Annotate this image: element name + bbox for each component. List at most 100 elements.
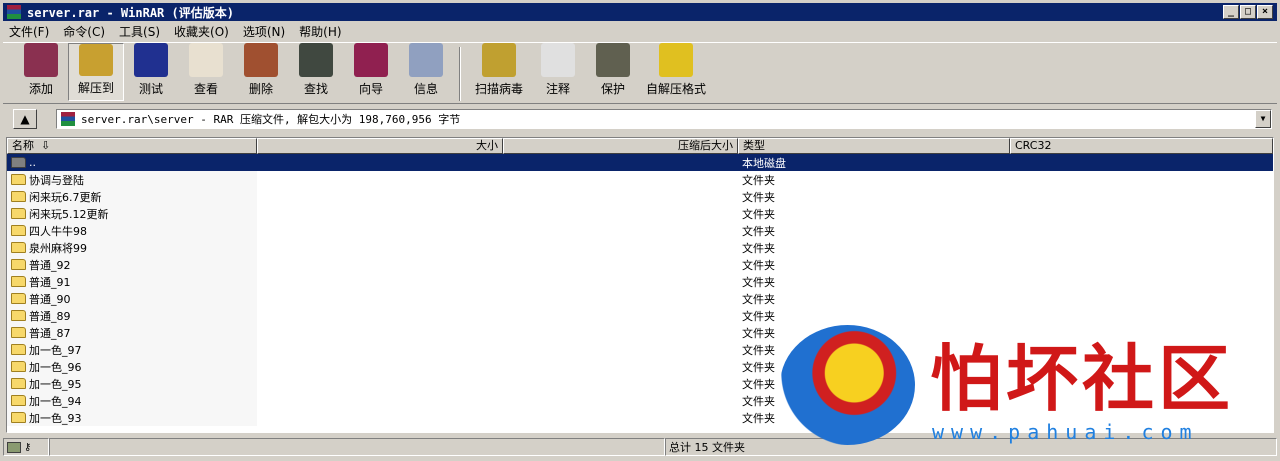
file-name-cell: 协调与登陆	[7, 171, 257, 188]
menu-item[interactable]: 工具(S)	[119, 23, 160, 40]
menu-bar: 文件(F) 命令(C) 工具(S) 收藏夹(O) 选项(N) 帮助(H)	[3, 22, 342, 40]
column-crc32[interactable]: CRC32	[1010, 138, 1273, 154]
file-type: 文件夹	[742, 309, 775, 323]
file-row[interactable]: .. 本地磁盘	[7, 154, 1273, 171]
info-icon	[409, 43, 443, 77]
file-name-cell: 闲来玩5.12更新	[7, 205, 257, 222]
file-row[interactable]: 加一色_97 文件夹	[7, 341, 1273, 358]
close-button[interactable]: ×	[1257, 5, 1273, 19]
file-name: 加一色_94	[29, 394, 82, 408]
folder-icon	[11, 412, 26, 423]
file-name-cell: 普通_91	[7, 273, 257, 290]
file-type: 文件夹	[742, 394, 775, 408]
file-row[interactable]: 普通_87 文件夹	[7, 324, 1273, 341]
toolbar-button[interactable]: 查看	[178, 43, 234, 101]
column-name-label: 名称	[12, 139, 34, 152]
file-row[interactable]: 协调与登陆 文件夹	[7, 171, 1273, 188]
file-name: 泉州麻将99	[29, 241, 87, 255]
file-name-cell: 普通_87	[7, 324, 257, 341]
file-row[interactable]: 普通_90 文件夹	[7, 290, 1273, 307]
file-row[interactable]: 泉州麻将99 文件夹	[7, 239, 1273, 256]
toolbar-button-label: 注释	[545, 82, 570, 96]
toolbar-button-label: 添加	[28, 82, 53, 96]
menu-item[interactable]: 收藏夹(O)	[174, 23, 229, 40]
file-type: 文件夹	[742, 224, 775, 238]
file-row[interactable]: 普通_91 文件夹	[7, 273, 1273, 290]
file-name: 普通_90	[29, 292, 71, 306]
file-row[interactable]: 加一色_94 文件夹	[7, 392, 1273, 409]
wizard-icon	[354, 43, 388, 77]
file-name: 加一色_96	[29, 360, 82, 374]
toolbar-button[interactable]: 删除	[233, 43, 289, 101]
toolbar-button[interactable]: 保护	[585, 43, 641, 101]
toolbar-button[interactable]: 添加	[13, 43, 69, 101]
toolbar-button[interactable]: 向导	[343, 43, 399, 101]
file-row[interactable]: 普通_89 文件夹	[7, 307, 1273, 324]
menu-item[interactable]: 文件(F)	[9, 23, 49, 40]
menu-item[interactable]: 选项(N)	[243, 23, 285, 40]
file-type: 文件夹	[742, 292, 775, 306]
toolbar-button-label: 查看	[193, 82, 218, 96]
folder-icon	[11, 157, 26, 168]
toolbar-button[interactable]: 测试	[123, 43, 179, 101]
file-name-cell: 加一色_96	[7, 358, 257, 375]
key-icon: ⚷	[24, 441, 32, 453]
file-name: 闲来玩6.7更新	[29, 190, 102, 204]
file-row[interactable]: 闲来玩6.7更新 文件夹	[7, 188, 1273, 205]
folder-icon	[11, 327, 26, 338]
column-packed[interactable]: 压缩后大小	[503, 138, 738, 154]
file-row[interactable]: 四人牛牛98 文件夹	[7, 222, 1273, 239]
sort-down-icon: ⇩	[41, 139, 51, 152]
file-type: 文件夹	[742, 343, 775, 357]
file-name: 普通_87	[29, 326, 71, 340]
winrar-app-icon	[7, 5, 21, 19]
column-type[interactable]: 类型	[738, 138, 1010, 154]
file-name: 加一色_95	[29, 377, 82, 391]
file-row[interactable]: 普通_92 文件夹	[7, 256, 1273, 273]
toolbar-button[interactable]: 注释	[530, 43, 586, 101]
file-type: 本地磁盘	[742, 156, 786, 170]
toolbar-button[interactable]: 扫描病毒	[467, 43, 531, 101]
file-name-cell: 闲来玩6.7更新	[7, 188, 257, 205]
file-name: 加一色_97	[29, 343, 82, 357]
maximize-button[interactable]: □	[1240, 5, 1256, 19]
status-selection	[49, 438, 665, 456]
file-row[interactable]: 加一色_93 文件夹	[7, 409, 1273, 426]
toolbar-button[interactable]: 解压到	[68, 43, 124, 101]
toolbar-button-label: 解压到	[77, 81, 114, 95]
file-type: 文件夹	[742, 258, 775, 272]
file-row[interactable]: 加一色_95 文件夹	[7, 375, 1273, 392]
toolbar-button-label: 测试	[138, 82, 163, 96]
add-icon	[24, 43, 58, 77]
folder-icon	[11, 344, 26, 355]
file-row[interactable]: 闲来玩5.12更新 文件夹	[7, 205, 1273, 222]
file-name-cell: 四人牛牛98	[7, 222, 257, 239]
file-row[interactable]: 加一色_96 文件夹	[7, 358, 1273, 375]
file-type: 文件夹	[742, 411, 775, 425]
toolbar-button[interactable]: 信息	[398, 43, 454, 101]
delete-icon	[244, 43, 278, 77]
menu-item[interactable]: 帮助(H)	[299, 23, 341, 40]
address-field[interactable]: server.rar\server - RAR 压缩文件, 解包大小为 198,…	[56, 109, 1272, 129]
up-arrow-icon: ▲	[20, 112, 30, 126]
file-name-cell: 普通_89	[7, 307, 257, 324]
toolbar-button[interactable]: 查找	[288, 43, 344, 101]
file-name-cell: 普通_92	[7, 256, 257, 273]
column-header: 名称 ⇩ 大小 压缩后大小 类型 CRC32	[7, 138, 1273, 154]
file-name-cell: 加一色_97	[7, 341, 257, 358]
address-dropdown-button[interactable]: ▼	[1255, 110, 1271, 128]
column-size[interactable]: 大小	[257, 138, 503, 154]
file-name-cell: 普通_90	[7, 290, 257, 307]
menu-item[interactable]: 命令(C)	[63, 23, 105, 40]
rar-archive-icon	[61, 112, 75, 126]
up-folder-button[interactable]: ▲	[13, 109, 37, 129]
folder-icon	[11, 174, 26, 185]
title-bar: server.rar - WinRAR (评估版本) _ □ ×	[3, 3, 1277, 21]
file-type: 文件夹	[742, 377, 775, 391]
folder-icon	[11, 361, 26, 372]
toolbar-button[interactable]: 自解压格式	[640, 43, 712, 101]
column-name[interactable]: 名称 ⇩	[7, 138, 257, 154]
file-name: 协调与登陆	[29, 173, 84, 187]
minimize-button[interactable]: _	[1223, 5, 1239, 19]
status-total: 总计 15 文件夹	[665, 438, 1277, 456]
